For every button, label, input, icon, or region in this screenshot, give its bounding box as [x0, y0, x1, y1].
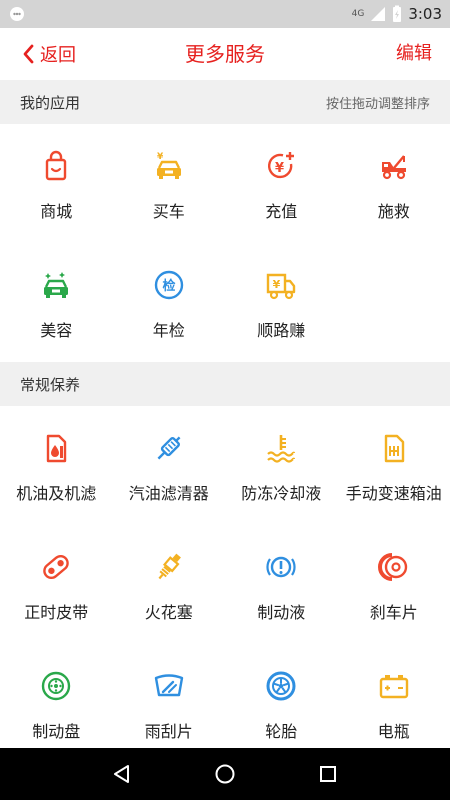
coolant-icon	[267, 435, 296, 463]
service-label: 机油及机滤	[16, 484, 97, 503]
status-bar: 4G 3:03	[0, 0, 450, 28]
service-label: 制动盘	[32, 722, 81, 741]
app-annual-inspection[interactable]: 检 年检	[113, 243, 226, 362]
service-label: 手动变速箱油	[345, 484, 442, 503]
nav-recents-button[interactable]	[308, 754, 348, 794]
notification-icon	[10, 7, 24, 21]
service-label: 刹车片	[369, 603, 418, 622]
gearbox-oil-icon	[384, 434, 404, 463]
service-label: 轮胎	[265, 722, 298, 741]
back-button[interactable]: 返回	[22, 28, 76, 80]
app-bar: 返回 更多服务 编辑	[0, 28, 450, 80]
brake-fluid-icon	[266, 556, 296, 578]
yen-plus-icon: ¥	[268, 152, 295, 179]
service-coolant[interactable]: 防冻冷却液	[225, 406, 338, 525]
inspection-icon: 检	[154, 270, 183, 300]
app-buy-car[interactable]: ¥ 买车	[113, 124, 226, 243]
nav-back-button[interactable]	[102, 754, 142, 794]
service-label: 制动液	[257, 603, 306, 622]
service-brake-disc[interactable]: 制动盘	[0, 644, 113, 763]
service-brake-fluid[interactable]: 制动液	[225, 525, 338, 644]
app-label: 充值	[265, 202, 298, 221]
service-spark-plug[interactable]: 火花塞	[113, 525, 226, 644]
timing-belt-icon	[43, 554, 70, 580]
car-sparkle-icon	[44, 272, 69, 298]
maintenance-grid: 机油及机滤 汽油滤清器 防冻冷却液 手动变速箱油 正时皮带 火花塞 制动液 刹车…	[0, 406, 450, 763]
spark-plug-icon	[158, 553, 181, 580]
app-label: 年检	[152, 321, 185, 340]
back-label: 返回	[40, 45, 76, 66]
wiper-icon	[154, 674, 183, 697]
oil-can-icon	[47, 434, 67, 463]
app-label: 施救	[377, 202, 410, 221]
app-recharge[interactable]: ¥ 充值	[225, 124, 338, 243]
service-wiper[interactable]: 雨刮片	[113, 644, 226, 763]
sort-hint: 按住拖动调整排序	[325, 96, 430, 112]
svg-text:检: 检	[162, 278, 175, 294]
service-brake-pad[interactable]: 刹车片	[338, 525, 450, 644]
service-label: 正时皮带	[24, 603, 89, 622]
service-battery[interactable]: 电瓶	[338, 644, 450, 763]
chevron-left-icon	[23, 44, 34, 64]
battery-status-icon	[393, 5, 402, 22]
service-label: 雨刮片	[144, 722, 193, 741]
my-apps-title: 我的应用	[20, 93, 81, 112]
network-type: 4G	[351, 9, 365, 19]
app-label: 美容	[40, 321, 73, 340]
app-mall[interactable]: 商城	[0, 124, 113, 243]
square-recents-icon	[320, 766, 337, 782]
empty-slot	[338, 243, 450, 362]
app-label: 顺路赚	[257, 321, 306, 340]
edit-button[interactable]: 编辑	[396, 28, 432, 80]
app-label: 商城	[40, 202, 73, 221]
fuel-filter-icon	[157, 436, 181, 460]
app-rescue[interactable]: 施救	[338, 124, 450, 243]
system-nav-bar	[0, 748, 450, 800]
svg-text:¥: ¥	[273, 278, 281, 291]
my-apps-header: 我的应用 按住拖动调整排序	[0, 80, 450, 124]
app-beauty[interactable]: 美容	[0, 243, 113, 362]
svg-text:¥: ¥	[275, 161, 284, 176]
brake-pad-icon	[377, 553, 407, 581]
signal-icon	[371, 7, 386, 21]
service-timing-belt[interactable]: 正时皮带	[0, 525, 113, 644]
service-tire[interactable]: 轮胎	[225, 644, 338, 763]
clock: 3:03	[408, 5, 442, 23]
delivery-truck-icon: ¥	[267, 273, 296, 300]
circle-home-icon	[215, 764, 235, 784]
service-label: 电瓶	[377, 722, 410, 741]
triangle-back-icon	[113, 765, 129, 783]
my-apps-grid: 商城 ¥ 买车 ¥ 充值 施救 美容 检 年检 ¥ 顺路赚	[0, 124, 450, 362]
tow-truck-icon	[381, 155, 406, 180]
service-label: 汽油滤清器	[128, 484, 209, 503]
maintenance-header: 常规保养	[0, 362, 450, 406]
svg-text:¥: ¥	[157, 152, 164, 162]
car-yen-icon: ¥	[156, 152, 181, 179]
nav-home-button[interactable]	[205, 754, 245, 794]
service-fuel-filter[interactable]: 汽油滤清器	[113, 406, 226, 525]
tire-icon	[266, 671, 296, 701]
app-ride-earn[interactable]: ¥ 顺路赚	[225, 243, 338, 362]
shopping-bag-icon	[46, 150, 67, 181]
app-label: 买车	[152, 202, 185, 221]
brake-disc-icon	[42, 671, 71, 701]
battery-icon	[379, 675, 408, 699]
maintenance-title: 常规保养	[20, 375, 81, 394]
service-label: 火花塞	[144, 603, 193, 622]
service-gearbox-oil[interactable]: 手动变速箱油	[338, 406, 450, 525]
service-oil-filter[interactable]: 机油及机滤	[0, 406, 113, 525]
service-label: 防冻冷却液	[241, 484, 322, 503]
